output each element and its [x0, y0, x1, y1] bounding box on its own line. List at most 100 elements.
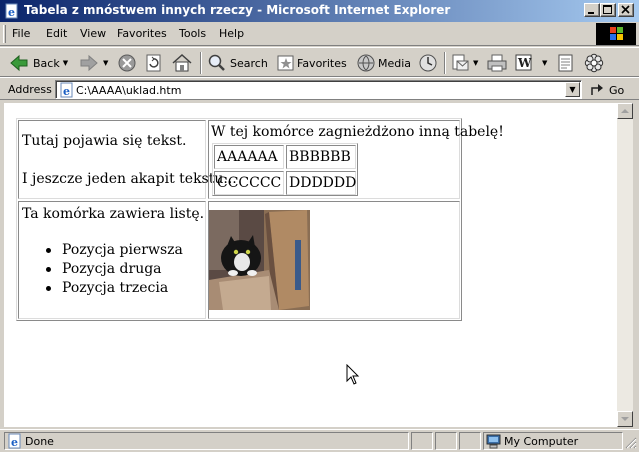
- edit-dropdown-icon[interactable]: ▼: [542, 59, 547, 67]
- refresh-icon: [144, 53, 164, 73]
- home-button[interactable]: [171, 51, 193, 75]
- address-input[interactable]: e C:\AAAA\uklad.htm ▼: [55, 80, 582, 99]
- print-button[interactable]: [486, 51, 508, 75]
- nested-table-cell: BBBBBB: [286, 145, 356, 169]
- search-button[interactable]: Search: [207, 51, 268, 75]
- refresh-button[interactable]: [144, 51, 164, 75]
- media-icon: [356, 53, 376, 73]
- print-icon: [486, 53, 508, 73]
- list-item: Pozycja pierwsza: [62, 242, 183, 258]
- favorites-icon: [276, 53, 296, 73]
- address-label: Address: [8, 83, 52, 96]
- svg-text:e: e: [8, 6, 15, 19]
- forward-button[interactable]: ▼: [78, 51, 108, 75]
- ie-page-icon: e: [4, 3, 20, 19]
- list-item: Pozycja druga: [62, 261, 162, 277]
- resize-grip-icon[interactable]: [624, 436, 637, 449]
- scroll-down-button[interactable]: [617, 411, 633, 427]
- close-button[interactable]: [618, 3, 634, 17]
- back-button[interactable]: Back ▼: [8, 51, 68, 75]
- nested-table-cell: AAAAAA: [214, 145, 284, 169]
- address-value: C:\AAAA\uklad.htm: [76, 84, 182, 97]
- mouse-cursor-icon: [346, 364, 360, 385]
- search-icon: [207, 53, 227, 73]
- page-content: Tutaj pojawia się tekst. I jeszcze jeden…: [4, 103, 617, 427]
- bullet-icon: [46, 248, 51, 253]
- nested-table-cell: DDDDDD: [286, 171, 356, 195]
- go-arrow-icon: [590, 82, 606, 99]
- table-cell-nested: W tej komórce zagnieżdżono inną tabelę! …: [208, 120, 504, 199]
- svg-text:W: W: [517, 56, 532, 70]
- list-intro: Ta komórka zawiera listę.: [22, 206, 205, 222]
- nested-table-caption: W tej komórce zagnieżdżono inną tabelę!: [211, 124, 504, 140]
- security-zone-panel: My Computer: [483, 432, 623, 450]
- ie-page-icon: e: [59, 82, 75, 101]
- toolbar-grip[interactable]: [3, 25, 6, 43]
- nested-table-cell: CCCCCC: [214, 171, 284, 195]
- title-bar[interactable]: e Tabela z mnóstwem innych rzeczy - Micr…: [0, 0, 639, 22]
- go-button[interactable]: Go: [590, 82, 624, 99]
- menu-favorites[interactable]: Favorites: [117, 27, 167, 40]
- status-text: Done: [25, 435, 54, 448]
- stop-icon: [117, 53, 137, 73]
- paragraph: I jeszcze jeden akapit tekstu...: [22, 171, 237, 187]
- table-cell-list: Ta komórka zawiera listę. Pozycja pierws…: [18, 201, 206, 319]
- back-arrow-icon: [8, 53, 30, 73]
- layout-table: Tutaj pojawia się tekst. I jeszcze jeden…: [16, 118, 504, 321]
- status-panel: e Done: [4, 432, 409, 450]
- maximize-icon: [603, 5, 612, 14]
- cell-value: CCCCCC: [217, 175, 282, 191]
- bullet-icon: [46, 267, 51, 272]
- history-button[interactable]: [418, 51, 438, 75]
- standard-toolbar: Back ▼ ▼ Search Favorites Media ▼ W ▼: [0, 47, 639, 77]
- messenger-icon: [583, 53, 605, 73]
- svg-text:e: e: [63, 85, 70, 98]
- windows-logo-icon: [596, 23, 636, 45]
- my-computer-icon: [486, 434, 502, 452]
- cat-photo: [209, 210, 310, 310]
- menu-help[interactable]: Help: [219, 27, 244, 40]
- forward-arrow-icon: [78, 53, 100, 73]
- mail-button[interactable]: ▼: [450, 51, 478, 75]
- media-button[interactable]: Media: [356, 51, 411, 75]
- scroll-up-button[interactable]: [617, 103, 633, 119]
- home-icon: [171, 53, 193, 73]
- favorites-button[interactable]: Favorites: [276, 51, 347, 75]
- minimize-icon: [588, 12, 594, 14]
- table-cell-image: [208, 201, 460, 319]
- edit-icon: W: [514, 53, 534, 73]
- menu-view[interactable]: View: [80, 27, 106, 40]
- bullet-icon: [46, 286, 51, 291]
- mail-dropdown-icon[interactable]: ▼: [473, 59, 478, 67]
- paragraph: Tutaj pojawia się tekst.: [22, 133, 187, 149]
- status-panel: [459, 432, 481, 450]
- minimize-button[interactable]: [584, 3, 600, 17]
- favorites-label: Favorites: [297, 56, 347, 70]
- back-dropdown-icon[interactable]: ▼: [63, 59, 68, 67]
- maximize-button[interactable]: [600, 3, 616, 17]
- menu-file[interactable]: File: [12, 27, 30, 40]
- zone-text: My Computer: [504, 435, 579, 448]
- stop-button[interactable]: [117, 51, 137, 75]
- vertical-scrollbar[interactable]: [617, 103, 633, 427]
- mail-icon: [450, 53, 470, 73]
- discuss-button[interactable]: [556, 51, 576, 75]
- forward-dropdown-icon[interactable]: ▼: [103, 59, 108, 67]
- media-label: Media: [378, 56, 412, 70]
- status-panel: [411, 432, 433, 450]
- status-panel: [435, 432, 457, 450]
- messenger-button[interactable]: [583, 51, 605, 75]
- nested-table: AAAAAA BBBBBB CCCCCC DDDDDD: [212, 143, 358, 196]
- svg-text:e: e: [11, 436, 18, 449]
- menu-tools[interactable]: Tools: [179, 27, 206, 40]
- ie-page-icon: e: [7, 433, 23, 452]
- address-dropdown-button[interactable]: ▼: [565, 82, 580, 97]
- address-bar: Address e C:\AAAA\uklad.htm ▼ Go: [0, 77, 639, 100]
- edit-button[interactable]: W ▼: [514, 51, 547, 75]
- discuss-icon: [556, 53, 576, 73]
- menu-edit[interactable]: Edit: [46, 27, 67, 40]
- history-icon: [418, 53, 438, 73]
- table-cell-text: Tutaj pojawia się tekst. I jeszcze jeden…: [18, 120, 237, 199]
- list-item: Pozycja trzecia: [62, 280, 169, 296]
- go-label: Go: [609, 84, 625, 97]
